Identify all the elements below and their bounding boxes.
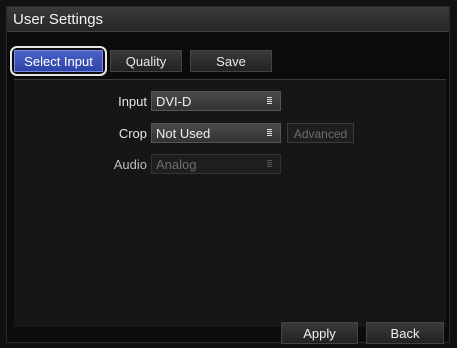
window-title: User Settings xyxy=(7,7,449,32)
input-select[interactable]: DVI-D xyxy=(151,91,281,111)
audio-select-value: Analog xyxy=(156,157,197,172)
back-button[interactable]: Back xyxy=(366,322,444,344)
crop-select[interactable]: Not Used xyxy=(151,123,281,143)
audio-select: Analog xyxy=(151,154,281,174)
dropdown-icon xyxy=(267,97,272,105)
tab-quality[interactable]: Quality xyxy=(110,50,182,72)
input-label: Input xyxy=(118,94,147,109)
audio-label: Audio xyxy=(113,157,147,172)
advanced-button[interactable]: Advanced xyxy=(287,123,354,143)
settings-panel xyxy=(14,79,446,327)
dropdown-icon xyxy=(267,160,272,168)
tab-select-input[interactable]: Select Input xyxy=(14,50,103,72)
input-select-value: DVI-D xyxy=(156,94,192,109)
apply-button[interactable]: Apply xyxy=(281,322,358,344)
crop-select-value: Not Used xyxy=(156,126,211,141)
dropdown-icon xyxy=(267,129,272,137)
crop-label: Crop xyxy=(118,126,147,141)
tab-save[interactable]: Save xyxy=(190,50,272,72)
